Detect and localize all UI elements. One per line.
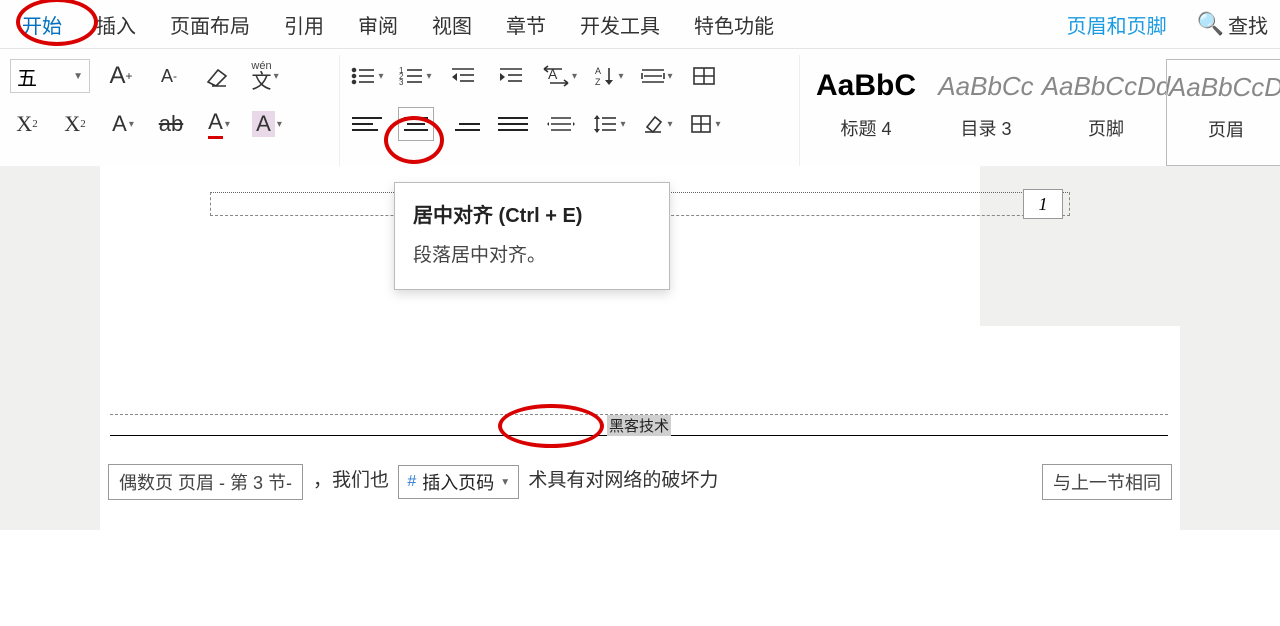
style-heading4[interactable]: AaBbC 标题 4 xyxy=(806,59,926,166)
body-text-fragment: ，我们也 # 插入页码 ▼ 术具有对网络的破坏力 xyxy=(303,465,1042,499)
tab-references[interactable]: 引用 xyxy=(270,4,338,45)
tooltip-title: 居中对齐 (Ctrl + E) xyxy=(413,199,651,228)
align-right-button[interactable] xyxy=(448,107,482,141)
chevron-down-icon: ▼ xyxy=(73,71,83,82)
font-size-select[interactable]: 五 ▼ xyxy=(10,59,90,93)
ribbon: 五 ▼ A+ A- wén文 ▾ X2 X2 A▾ ab A▾ A▾ ▾ xyxy=(0,48,1280,166)
group-font: 五 ▼ A+ A- wén文 ▾ X2 X2 A▾ ab A▾ A▾ xyxy=(0,55,340,166)
svg-text:3: 3 xyxy=(399,78,404,87)
line-spacing-button[interactable]: ▾ xyxy=(592,107,626,141)
chevron-down-icon: ▼ xyxy=(500,477,510,488)
search-button[interactable]: 🔍 查找 xyxy=(1197,10,1272,39)
tooltip-align-center: 居中对齐 (Ctrl + E) 段落居中对齐。 xyxy=(394,182,670,290)
header-region[interactable]: 黑客技术 xyxy=(110,414,1168,436)
style-header[interactable]: AaBbCcD 页眉 xyxy=(1166,59,1280,166)
increase-indent-button[interactable] xyxy=(494,59,528,93)
style-label: 标题 4 xyxy=(808,115,924,141)
style-preview: AaBbCcDd xyxy=(1048,63,1164,109)
subscript-button[interactable]: X2 xyxy=(58,107,92,141)
style-label: 页眉 xyxy=(1169,116,1280,142)
page-number-field[interactable]: 1 xyxy=(1023,189,1063,219)
page-number-icon: # xyxy=(407,473,416,491)
style-footer[interactable]: AaBbCcDd 页脚 xyxy=(1046,59,1166,166)
style-preview: AaBbC xyxy=(808,63,924,109)
tab-special[interactable]: 特色功能 xyxy=(680,4,788,45)
style-preview: AaBbCc xyxy=(928,63,1044,109)
search-label: 查找 xyxy=(1228,10,1268,39)
svg-text:Z: Z xyxy=(595,77,601,87)
style-toc3[interactable]: AaBbCc 目录 3 xyxy=(926,59,1046,166)
insert-pn-label: 插入页码 xyxy=(422,469,494,495)
insert-table-button[interactable] xyxy=(687,59,721,93)
borders-button[interactable]: ▾ xyxy=(688,107,722,141)
style-label: 页脚 xyxy=(1048,115,1164,141)
distribute-button[interactable] xyxy=(544,107,578,141)
tab-insert[interactable]: 插入 xyxy=(82,4,150,45)
tight-wrap-button[interactable]: ▾ xyxy=(639,59,673,93)
page-current: 黑客技术 偶数页 页眉 - 第 3 节- ，我们也 # 插入页码 ▼ 术具有对网… xyxy=(100,326,1180,626)
strikethrough-button[interactable]: ab xyxy=(154,107,188,141)
svg-text:A: A xyxy=(595,66,601,76)
shrink-font-button[interactable]: A- xyxy=(152,59,186,93)
tab-sections[interactable]: 章节 xyxy=(492,4,560,45)
align-left-button[interactable] xyxy=(350,107,384,141)
same-as-previous-tag: 与上一节相同 xyxy=(1042,464,1172,500)
tooltip-body: 段落居中对齐。 xyxy=(413,240,651,267)
header-info-row: 偶数页 页眉 - 第 3 节- ，我们也 # 插入页码 ▼ 术具有对网络的破坏力… xyxy=(108,464,1172,500)
change-case-button[interactable]: A▾ xyxy=(106,107,140,141)
align-center-button[interactable] xyxy=(398,107,434,141)
shading-button[interactable]: ▾ xyxy=(640,107,674,141)
text-direction-button[interactable]: A▾ xyxy=(542,59,577,93)
superscript-button[interactable]: X2 xyxy=(10,107,44,141)
phonetic-guide-button[interactable]: wén文 ▾ xyxy=(248,59,282,93)
tab-header-footer[interactable]: 页眉和页脚 xyxy=(1053,4,1181,45)
decrease-indent-button[interactable] xyxy=(446,59,480,93)
text-highlight-button[interactable]: A▾ xyxy=(250,107,284,141)
align-justify-button[interactable] xyxy=(496,107,530,141)
tab-dev[interactable]: 开发工具 xyxy=(566,4,674,45)
font-size-value: 五 xyxy=(17,62,37,91)
body-right: 术具有对网络的破坏力 xyxy=(528,470,718,491)
tab-start[interactable]: 开始 xyxy=(8,4,76,45)
insert-page-number-button[interactable]: # 插入页码 ▼ xyxy=(398,465,519,499)
header-text[interactable]: 黑客技术 xyxy=(607,415,671,436)
tab-layout[interactable]: 页面布局 xyxy=(156,4,264,45)
search-icon: 🔍 xyxy=(1197,11,1224,37)
even-page-header-tag: 偶数页 页眉 - 第 3 节- xyxy=(108,464,303,500)
ribbon-tabs: 开始 插入 页面布局 引用 审阅 视图 章节 开发工具 特色功能 页眉和页脚 🔍… xyxy=(0,0,1280,48)
bullets-button[interactable]: ▾ xyxy=(350,59,384,93)
tab-review[interactable]: 审阅 xyxy=(344,4,412,45)
body-left: ，我们也 xyxy=(313,470,389,491)
font-color-button[interactable]: A▾ xyxy=(202,107,236,141)
clear-format-button[interactable] xyxy=(200,59,234,93)
sort-button[interactable]: AZ▾ xyxy=(591,59,625,93)
numbering-button[interactable]: 123▾ xyxy=(398,59,432,93)
group-paragraph: ▾ 123▾ A▾ AZ▾ ▾ xyxy=(340,55,800,166)
grow-font-button[interactable]: A+ xyxy=(104,59,138,93)
styles-gallery: AaBbC 标题 4 AaBbCc 目录 3 AaBbCcDd 页脚 AaBbC… xyxy=(800,55,1280,166)
style-label: 目录 3 xyxy=(928,115,1044,141)
style-preview: AaBbCcD xyxy=(1169,64,1280,110)
tab-view[interactable]: 视图 xyxy=(418,4,486,45)
